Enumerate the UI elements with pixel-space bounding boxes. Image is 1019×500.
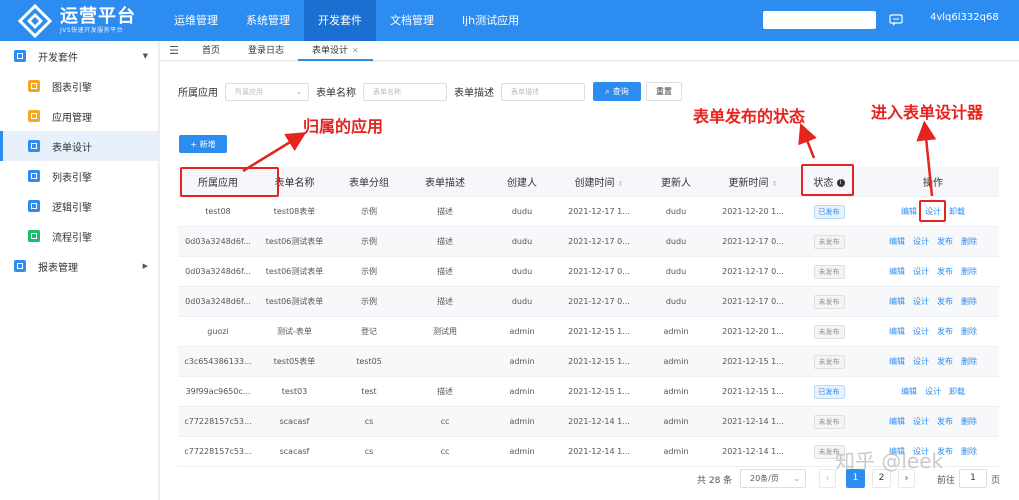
watermark: 知乎 @leek (835, 449, 944, 473)
arrow-to-status-annotation (798, 123, 817, 159)
annotation-arrows (242, 120, 937, 197)
arrow-to-app-annotation (242, 132, 307, 173)
annotation-status: 表单发布的状态 (693, 107, 806, 126)
annotation-app: 归属的应用 (303, 117, 384, 136)
annotation-design: 进入表单设计器 (871, 103, 984, 122)
arrow-to-design-annotation (916, 120, 937, 197)
